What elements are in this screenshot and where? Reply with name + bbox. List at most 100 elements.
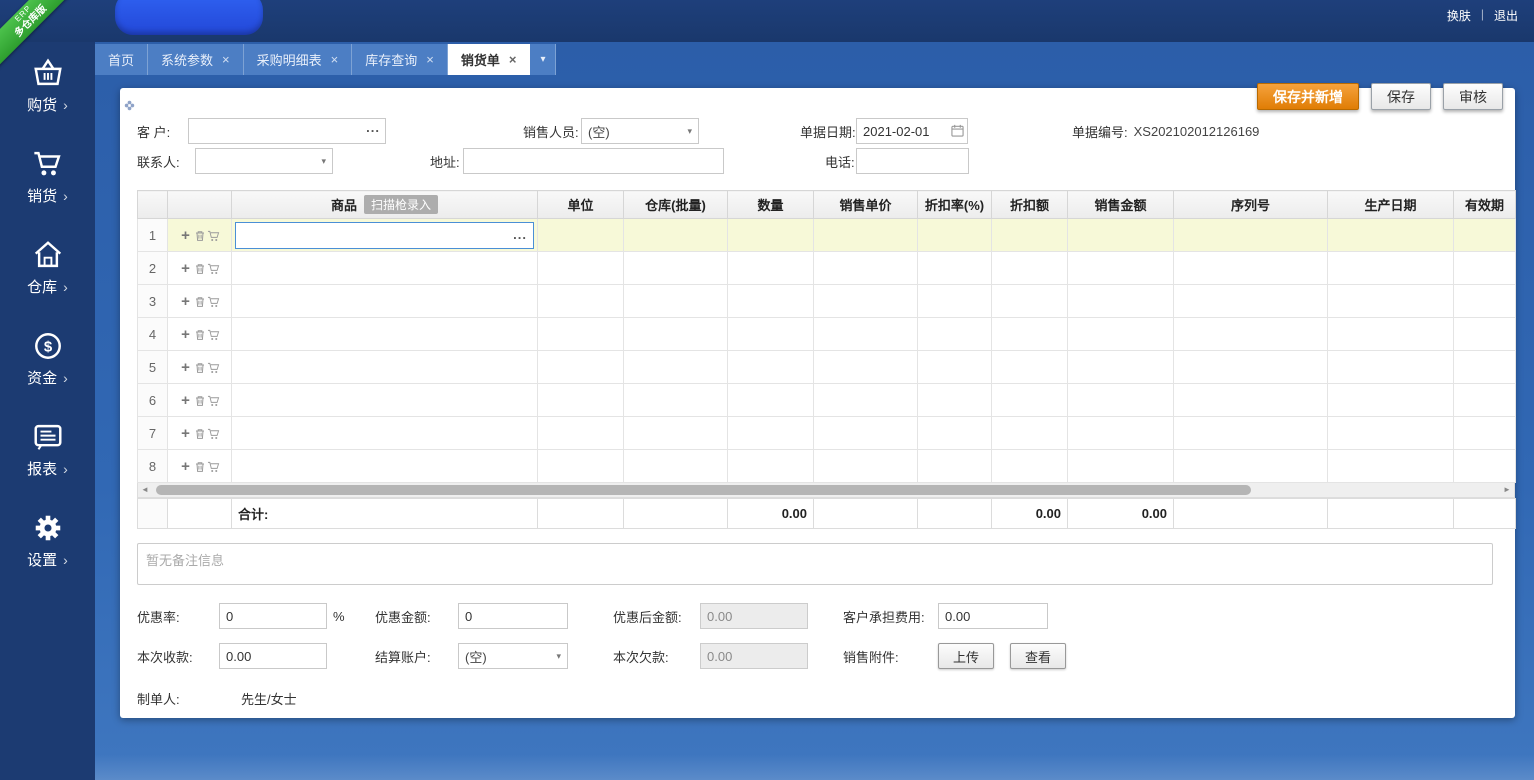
grid-cell[interactable] [814,219,918,252]
grid-cell[interactable] [538,219,624,252]
select-product-icon[interactable] [207,461,221,473]
add-row-icon[interactable]: + [179,428,193,440]
add-row-icon[interactable]: + [179,230,193,242]
select-product-icon[interactable] [207,263,221,275]
select-product-icon[interactable] [207,329,221,341]
product-cell[interactable] [232,450,538,483]
product-cell[interactable] [232,252,538,285]
view-button[interactable]: 查看 [1010,643,1066,669]
sidebar-item-settings[interactable]: 设置› [0,511,95,602]
horizontal-scrollbar[interactable]: ◄ ► [137,483,1515,498]
tab-sales-order[interactable]: 销货单× [448,44,531,75]
delete-row-icon[interactable] [193,296,207,308]
sidebar-item-reports[interactable]: 报表› [0,420,95,511]
grid-cell[interactable] [728,219,814,252]
grid-cell[interactable] [728,417,814,450]
grid-cell[interactable] [624,219,728,252]
save-and-new-button[interactable]: 保存并新增 [1257,83,1359,110]
delete-row-icon[interactable] [193,362,207,374]
grid-cell[interactable] [728,318,814,351]
select-product-icon[interactable] [207,428,221,440]
grid-cell[interactable] [1328,450,1454,483]
grid-cell[interactable] [1328,351,1454,384]
grid-cell[interactable] [918,384,992,417]
grid-cell[interactable] [1328,384,1454,417]
grid-cell[interactable] [1328,285,1454,318]
grid-cell[interactable] [814,384,918,417]
grid-cell[interactable] [1174,384,1328,417]
close-icon[interactable]: × [331,52,339,67]
product-cell[interactable] [232,318,538,351]
grid-cell[interactable] [1068,450,1174,483]
grid-cell[interactable] [1068,219,1174,252]
grid-cell[interactable] [1174,450,1328,483]
grid-cell[interactable] [624,252,728,285]
grid-cell[interactable] [624,285,728,318]
add-row-icon[interactable]: + [179,329,193,341]
grid-cell[interactable] [1454,417,1516,450]
grid-cell[interactable] [1174,318,1328,351]
change-skin-link[interactable]: 换肤 [1447,7,1471,24]
tab-list-dropdown[interactable]: ▾ [530,44,556,75]
delete-row-icon[interactable] [193,329,207,341]
grid-cell[interactable] [624,351,728,384]
grid-cell[interactable] [538,252,624,285]
grid-cell[interactable] [1454,351,1516,384]
grid-cell[interactable] [918,351,992,384]
grid-cell[interactable] [992,417,1068,450]
grid-cell[interactable] [814,417,918,450]
grid-cell[interactable] [814,318,918,351]
grid-cell[interactable] [1174,219,1328,252]
add-row-icon[interactable]: + [179,362,193,374]
grid-cell[interactable] [1454,252,1516,285]
grid-cell[interactable] [814,252,918,285]
tab-home[interactable]: 首页 [95,44,148,75]
grid-cell[interactable] [538,384,624,417]
grid-cell[interactable] [1068,384,1174,417]
customer-input[interactable] [188,118,386,144]
grid-cell[interactable] [1068,351,1174,384]
sidebar-item-purchase[interactable]: 购货› [0,56,95,147]
scan-entry-badge[interactable]: 扫描枪录入 [364,195,438,214]
contact-select[interactable]: ▾ [195,148,333,174]
product-input[interactable]: ... [235,222,534,249]
grid-cell[interactable] [918,417,992,450]
salesperson-select[interactable]: (空) ▾ [581,118,699,144]
calendar-icon[interactable] [951,124,964,142]
grid-cell[interactable] [538,285,624,318]
grid-cell[interactable] [1454,450,1516,483]
grid-cell[interactable] [1068,417,1174,450]
audit-button[interactable]: 审核 [1443,83,1503,110]
sidebar-item-funds[interactable]: $ 资金› [0,329,95,420]
scroll-right-icon[interactable]: ► [1500,483,1514,496]
remark-textarea[interactable] [137,543,1493,585]
grid-cell[interactable] [918,252,992,285]
grid-cell[interactable] [538,318,624,351]
grid-cell[interactable] [624,417,728,450]
customer-fee-input[interactable] [938,603,1048,629]
save-button[interactable]: 保存 [1371,83,1431,110]
customer-picker-button[interactable]: ... [366,120,380,135]
grid-cell[interactable] [814,450,918,483]
add-row-icon[interactable]: + [179,461,193,473]
grid-cell[interactable] [1174,417,1328,450]
grid-cell[interactable] [918,219,992,252]
delete-row-icon[interactable] [193,461,207,473]
grid-cell[interactable] [728,252,814,285]
grid-cell[interactable] [1174,351,1328,384]
grid-cell[interactable] [1328,318,1454,351]
grid-cell[interactable] [992,384,1068,417]
tab-system-params[interactable]: 系统参数× [148,44,244,75]
sidebar-item-warehouse[interactable]: 仓库› [0,238,95,329]
grid-cell[interactable] [992,351,1068,384]
scrollbar-thumb[interactable] [156,485,1251,495]
grid-cell[interactable] [728,450,814,483]
grid-cell[interactable] [728,384,814,417]
grid-cell[interactable] [538,417,624,450]
select-product-icon[interactable] [207,395,221,407]
delete-row-icon[interactable] [193,263,207,275]
grid-cell[interactable] [992,219,1068,252]
grid-cell[interactable] [1454,318,1516,351]
grid-cell[interactable] [992,285,1068,318]
account-select[interactable]: (空) ▾ [458,643,568,669]
